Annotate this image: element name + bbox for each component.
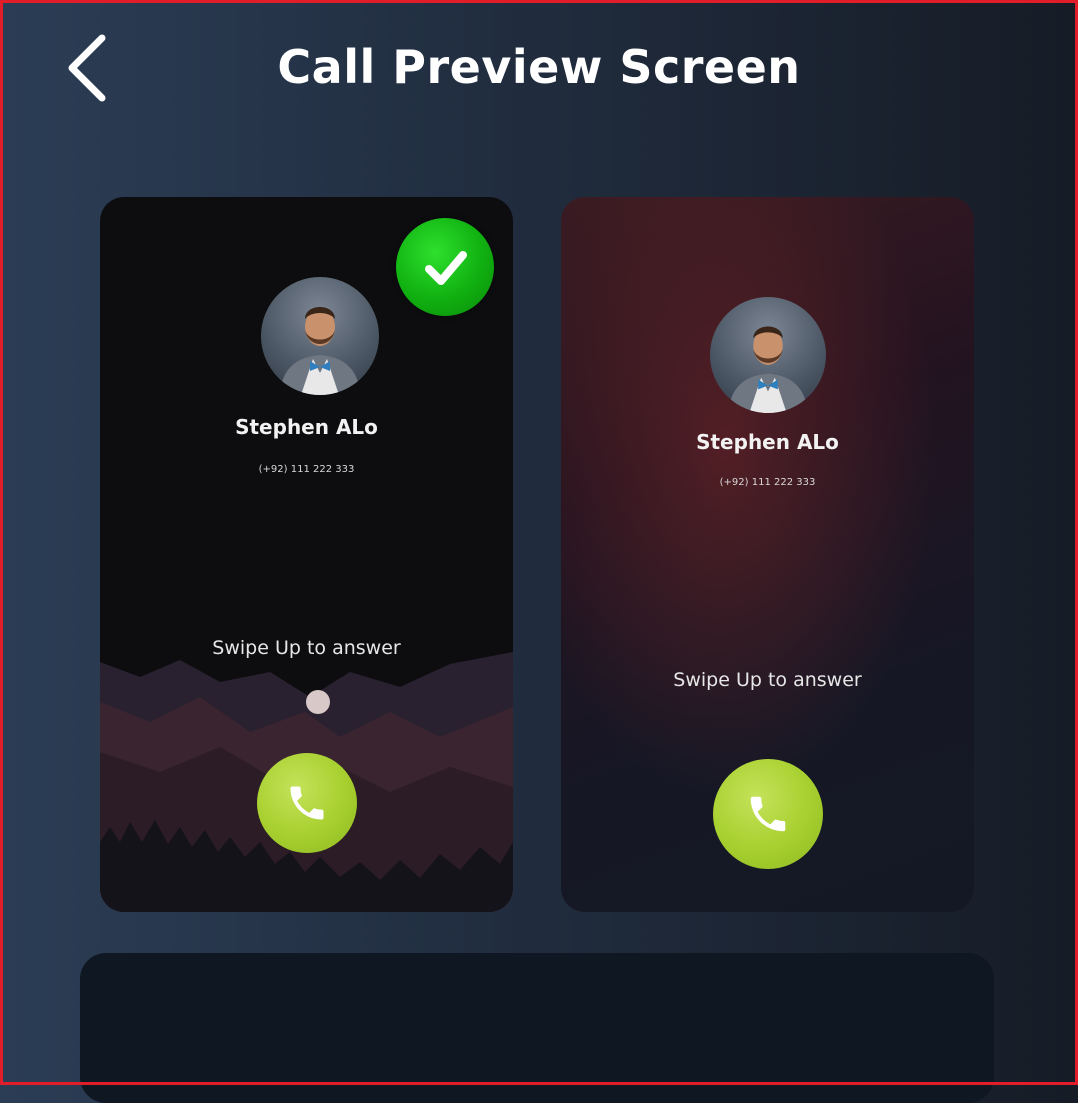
page-title: Call Preview Screen <box>277 40 801 94</box>
answer-call-button[interactable] <box>713 759 823 869</box>
caller-phone: (+92) 111 222 333 <box>719 477 816 488</box>
avatar <box>710 297 826 413</box>
avatar <box>261 277 379 395</box>
call-preview-card-2[interactable]: Stephen ALo (+92) 111 222 333 Swipe Up t… <box>561 197 974 912</box>
phone-icon <box>290 786 324 820</box>
selected-check-badge <box>396 218 494 316</box>
swipe-hint: Swipe Up to answer <box>673 669 862 691</box>
header: Call Preview Screen <box>0 0 1078 140</box>
answer-call-button[interactable] <box>257 753 357 853</box>
phone-icon <box>750 796 786 832</box>
checkmark-icon <box>425 251 467 285</box>
person-photo-icon <box>279 307 361 395</box>
caller-name: Stephen ALo <box>696 430 839 454</box>
caller-name: Stephen ALo <box>235 415 378 439</box>
caller-phone: (+92) 111 222 333 <box>258 464 355 475</box>
person-photo-icon <box>727 326 809 413</box>
bottom-panel <box>80 953 994 1103</box>
